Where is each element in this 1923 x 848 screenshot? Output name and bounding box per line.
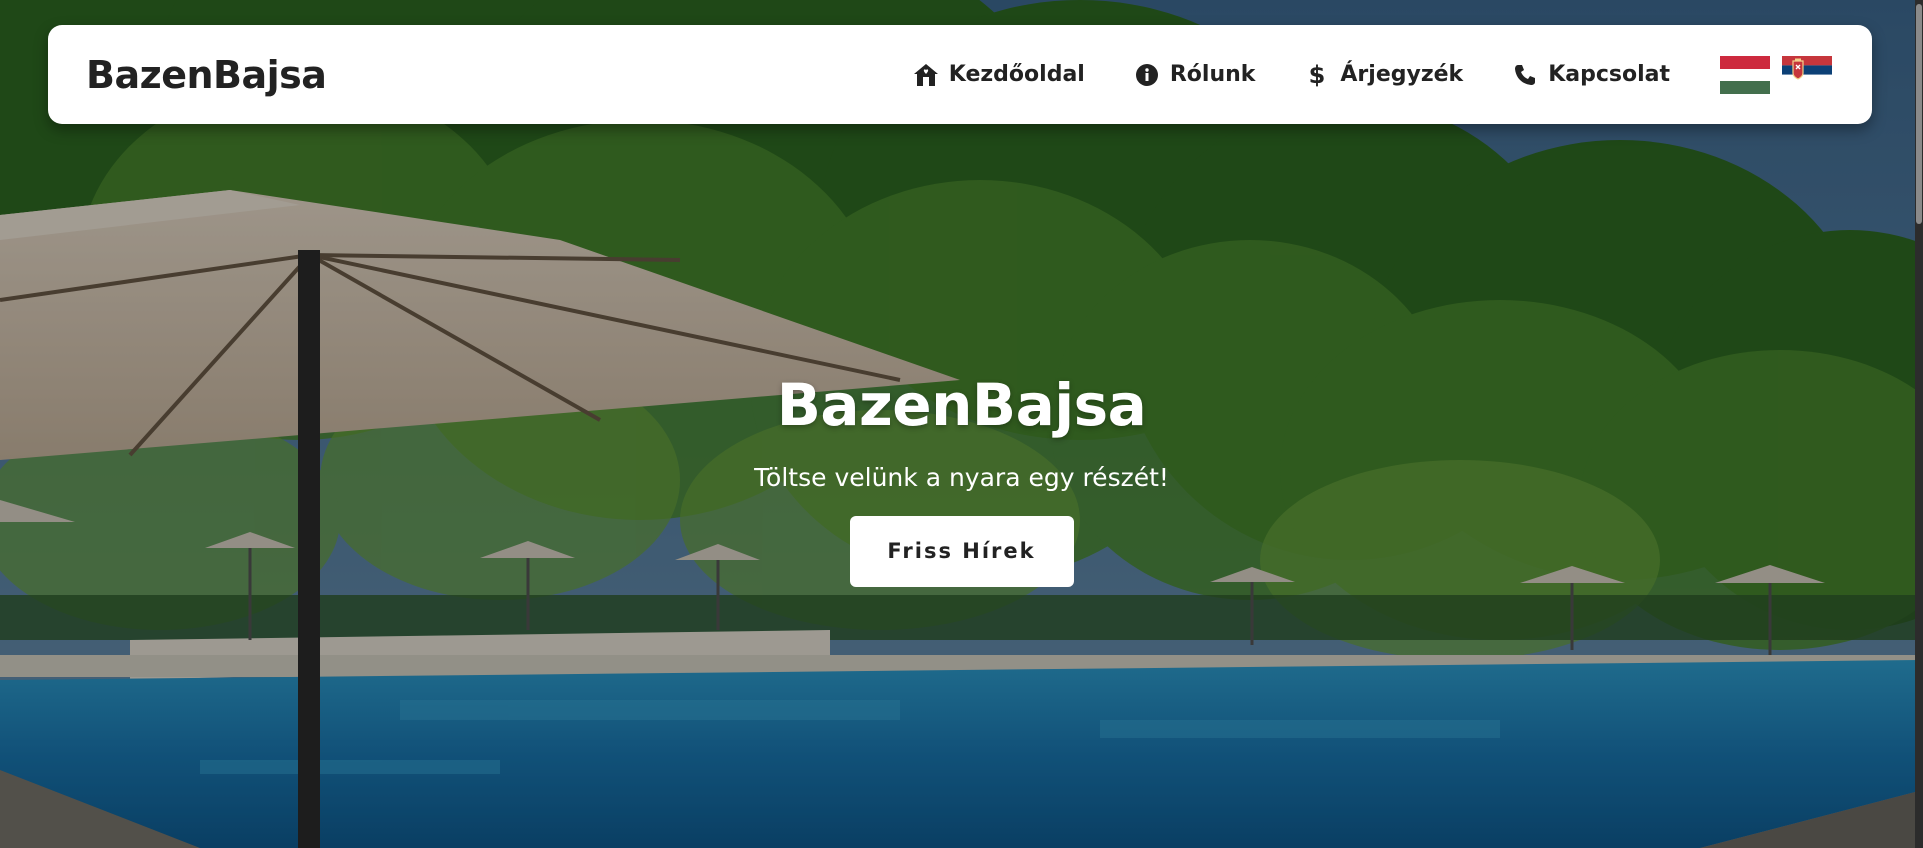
phone-icon — [1512, 62, 1538, 88]
svg-text:$: $ — [1309, 62, 1326, 88]
nav-menu: Kezdőoldal Rólunk $ Árjegyzék Kapcsolat — [913, 62, 1670, 88]
nav-item-label: Rólunk — [1169, 62, 1256, 87]
hero-subtitle: Töltse velünk a nyara egy részét! — [754, 463, 1169, 492]
nav-item-label: Kezdőoldal — [948, 62, 1085, 87]
news-button[interactable]: Friss Hírek — [849, 516, 1074, 587]
language-switcher — [1720, 55, 1832, 94]
dollar-icon: $ — [1304, 62, 1330, 88]
nav-item-kezdooldal[interactable]: Kezdőoldal — [913, 62, 1085, 88]
nav-item-rolunk[interactable]: Rólunk — [1134, 62, 1256, 88]
hungary-flag-icon[interactable] — [1720, 55, 1770, 94]
hero-content: BazenBajsa Töltse velünk a nyara egy rés… — [0, 370, 1923, 587]
nav-item-label: Árjegyzék — [1340, 62, 1464, 87]
info-icon — [1134, 62, 1160, 88]
top-navbar: BazenBajsa Kezdőoldal Rólunk $ Árjegyzék… — [48, 25, 1872, 124]
nav-item-label: Kapcsolat — [1548, 62, 1670, 87]
nav-item-arjegyzek[interactable]: $ Árjegyzék — [1304, 62, 1463, 88]
scrollbar-thumb[interactable] — [1916, 4, 1922, 224]
page-scrollbar[interactable] — [1915, 0, 1923, 848]
serbia-flag-icon[interactable] — [1782, 55, 1832, 84]
site-logo[interactable]: BazenBajsa — [86, 53, 327, 97]
nav-item-kapcsolat[interactable]: Kapcsolat — [1512, 62, 1670, 88]
hero-title: BazenBajsa — [776, 371, 1147, 439]
home-icon — [913, 62, 939, 88]
